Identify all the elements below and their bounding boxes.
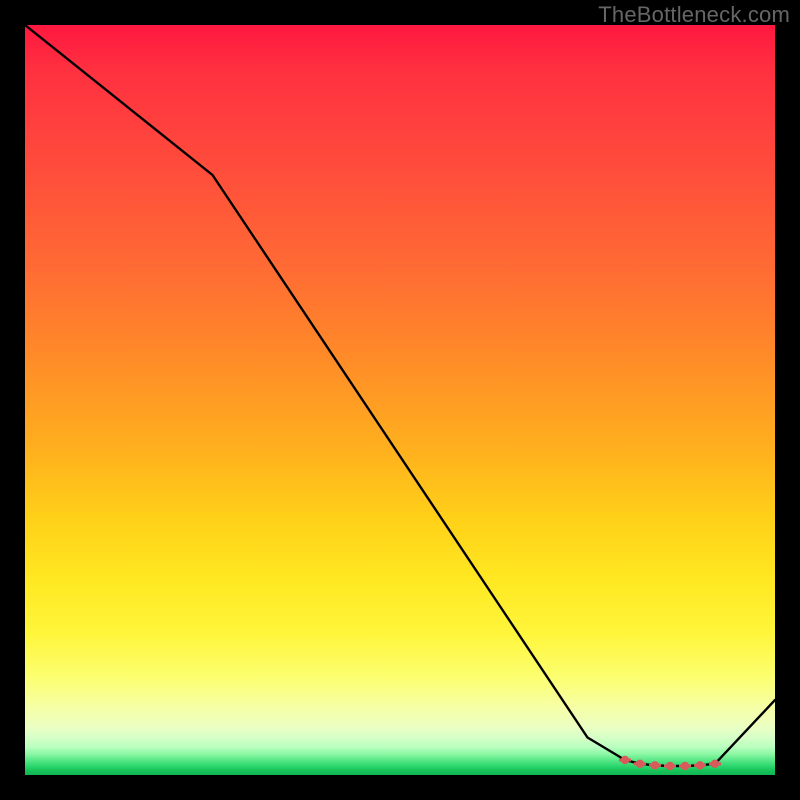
chart-stage: TheBottleneck.com xyxy=(0,0,800,800)
watermark-text: TheBottleneck.com xyxy=(598,2,790,28)
chart-overlay xyxy=(25,25,775,775)
curve-line xyxy=(25,25,775,766)
plot-area xyxy=(25,25,775,775)
flat-region-markers xyxy=(619,756,721,770)
